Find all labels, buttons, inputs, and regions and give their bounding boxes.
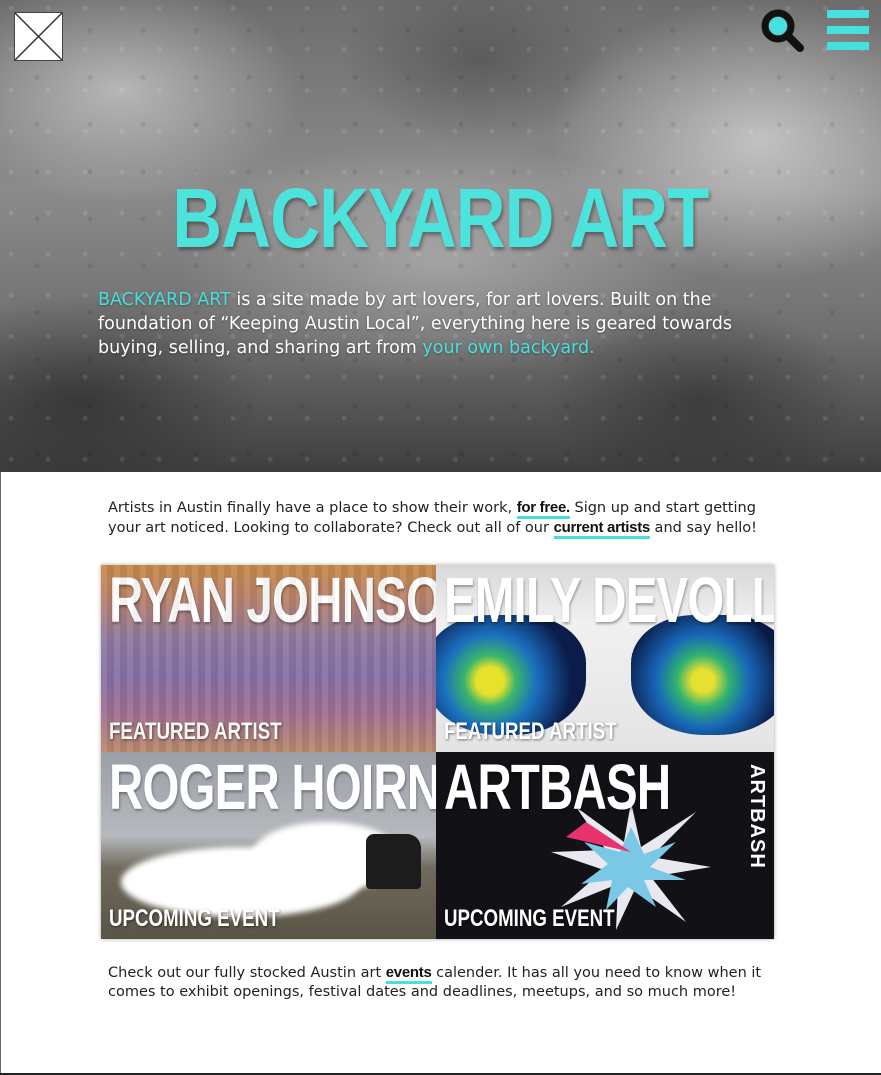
for-free-link[interactable]: for free. bbox=[516, 499, 570, 519]
events-link[interactable]: events bbox=[385, 964, 432, 984]
hamburger-menu-icon[interactable] bbox=[827, 10, 869, 50]
current-artists-link[interactable]: current artists bbox=[553, 519, 650, 539]
events-paragraph: Check out our fully stocked Austin art e… bbox=[108, 963, 778, 1002]
outro-text-1: Check out our fully stocked Austin art bbox=[108, 965, 386, 981]
artbash-vertical-label: ARTBASH bbox=[746, 764, 768, 869]
tile-roger-hoirns[interactable]: ROGER HOIRNS UPCOMING EVENT bbox=[101, 752, 436, 939]
tile-title: RYAN JOHNSON bbox=[109, 565, 436, 636]
featured-grid: RYAN JOHNSON FEATURED ARTIST EMILY DEVOL… bbox=[101, 565, 774, 939]
tank-shape bbox=[366, 834, 421, 889]
hero-banner: BACKYARD ART BACKYARD ART is a site made… bbox=[0, 0, 881, 472]
hero-backyard-link[interactable]: your own backyard. bbox=[422, 338, 594, 358]
tile-tag: UPCOMING EVENT bbox=[444, 905, 615, 932]
intro-paragraph: Artists in Austin finally have a place t… bbox=[108, 498, 778, 539]
tile-title: ARTBASH bbox=[444, 752, 671, 823]
site-title: BACKYARD ART bbox=[172, 171, 709, 265]
tile-tag: UPCOMING EVENT bbox=[109, 905, 280, 932]
hero-description: BACKYARD ART is a site made by art lover… bbox=[98, 288, 788, 360]
tile-ryan-johnson[interactable]: RYAN JOHNSON FEATURED ARTIST bbox=[101, 565, 436, 752]
intro-text-3: and say hello! bbox=[649, 520, 757, 536]
search-icon[interactable] bbox=[760, 8, 804, 52]
tile-tag: FEATURED ARTIST bbox=[444, 718, 617, 745]
tile-tag: FEATURED ARTIST bbox=[109, 718, 282, 745]
tile-title: EMILY DEVOLL bbox=[444, 565, 774, 636]
intro-text-1: Artists in Austin finally have a place t… bbox=[108, 500, 517, 516]
tile-title: ROGER HOIRNS bbox=[109, 752, 436, 823]
page-border bbox=[0, 472, 1, 1075]
tile-emily-devoll[interactable]: EMILY DEVOLL FEATURED ARTIST bbox=[436, 565, 774, 752]
tile-artbash[interactable]: ARTBASH ARTBASH UPCOMING EVENT bbox=[436, 752, 774, 939]
logo-placeholder-icon[interactable] bbox=[14, 12, 63, 61]
hero-brand-text: BACKYARD ART bbox=[98, 290, 231, 310]
